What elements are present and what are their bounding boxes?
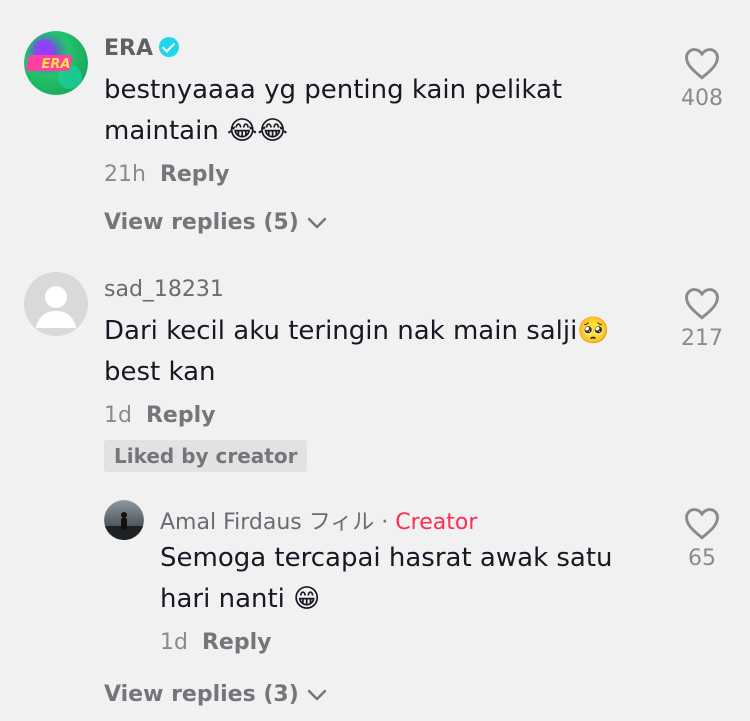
heart-icon[interactable] xyxy=(683,46,721,80)
avatar-default[interactable] xyxy=(24,272,88,336)
username-era[interactable]: ERA xyxy=(104,36,179,61)
comment-meta: 1d Reply xyxy=(160,630,271,655)
username-sad[interactable]: sad_18231 xyxy=(104,277,224,302)
comment-meta: 1d Reply xyxy=(104,403,215,428)
chevron-down-icon xyxy=(308,217,327,229)
creator-tag: Creator xyxy=(395,510,478,535)
verified-badge-icon xyxy=(159,37,179,57)
reply-button[interactable]: Reply xyxy=(146,403,216,428)
comment-text: Semoga tercapai hasrat awak satu hari na… xyxy=(160,543,613,614)
username-amal[interactable]: Amal Firdaus フィル · Creator xyxy=(160,504,477,536)
like-count: 65 xyxy=(688,546,716,571)
comment-text: Dari kecil aku teringin nak main salji🥺 … xyxy=(104,316,610,387)
reply-button[interactable]: Reply xyxy=(160,162,230,187)
heart-icon[interactable] xyxy=(683,506,721,540)
like-button[interactable]: 65 xyxy=(667,506,737,571)
view-replies-button[interactable]: View replies (5) xyxy=(104,210,328,235)
comment-meta: 21h Reply xyxy=(104,162,229,187)
like-count: 408 xyxy=(681,86,723,111)
reply-button[interactable]: Reply xyxy=(202,630,272,655)
avatar-era[interactable]: ERA xyxy=(24,31,88,95)
comment-text: bestnyaaaa yg penting kain pelikat maint… xyxy=(104,75,563,146)
heart-icon[interactable] xyxy=(683,286,721,320)
svg-text:ERA: ERA xyxy=(42,57,71,72)
username-text[interactable]: ERA xyxy=(104,36,153,61)
username-text[interactable]: Amal Firdaus フィル xyxy=(160,510,374,535)
comment-time: 1d xyxy=(160,630,188,655)
view-replies-button[interactable]: View replies (3) xyxy=(104,682,328,707)
view-replies-label[interactable]: View replies (5) xyxy=(104,210,299,235)
comment-time: 21h xyxy=(104,162,146,187)
separator: · xyxy=(381,510,389,535)
chevron-down-icon xyxy=(308,689,327,701)
avatar-amal[interactable] xyxy=(104,500,144,540)
like-button[interactable]: 408 xyxy=(667,46,737,111)
comment-time: 1d xyxy=(104,403,132,428)
like-button[interactable]: 217 xyxy=(667,286,737,351)
like-count: 217 xyxy=(681,326,723,351)
liked-by-creator-badge: Liked by creator xyxy=(104,440,308,472)
view-replies-label[interactable]: View replies (3) xyxy=(104,682,299,707)
